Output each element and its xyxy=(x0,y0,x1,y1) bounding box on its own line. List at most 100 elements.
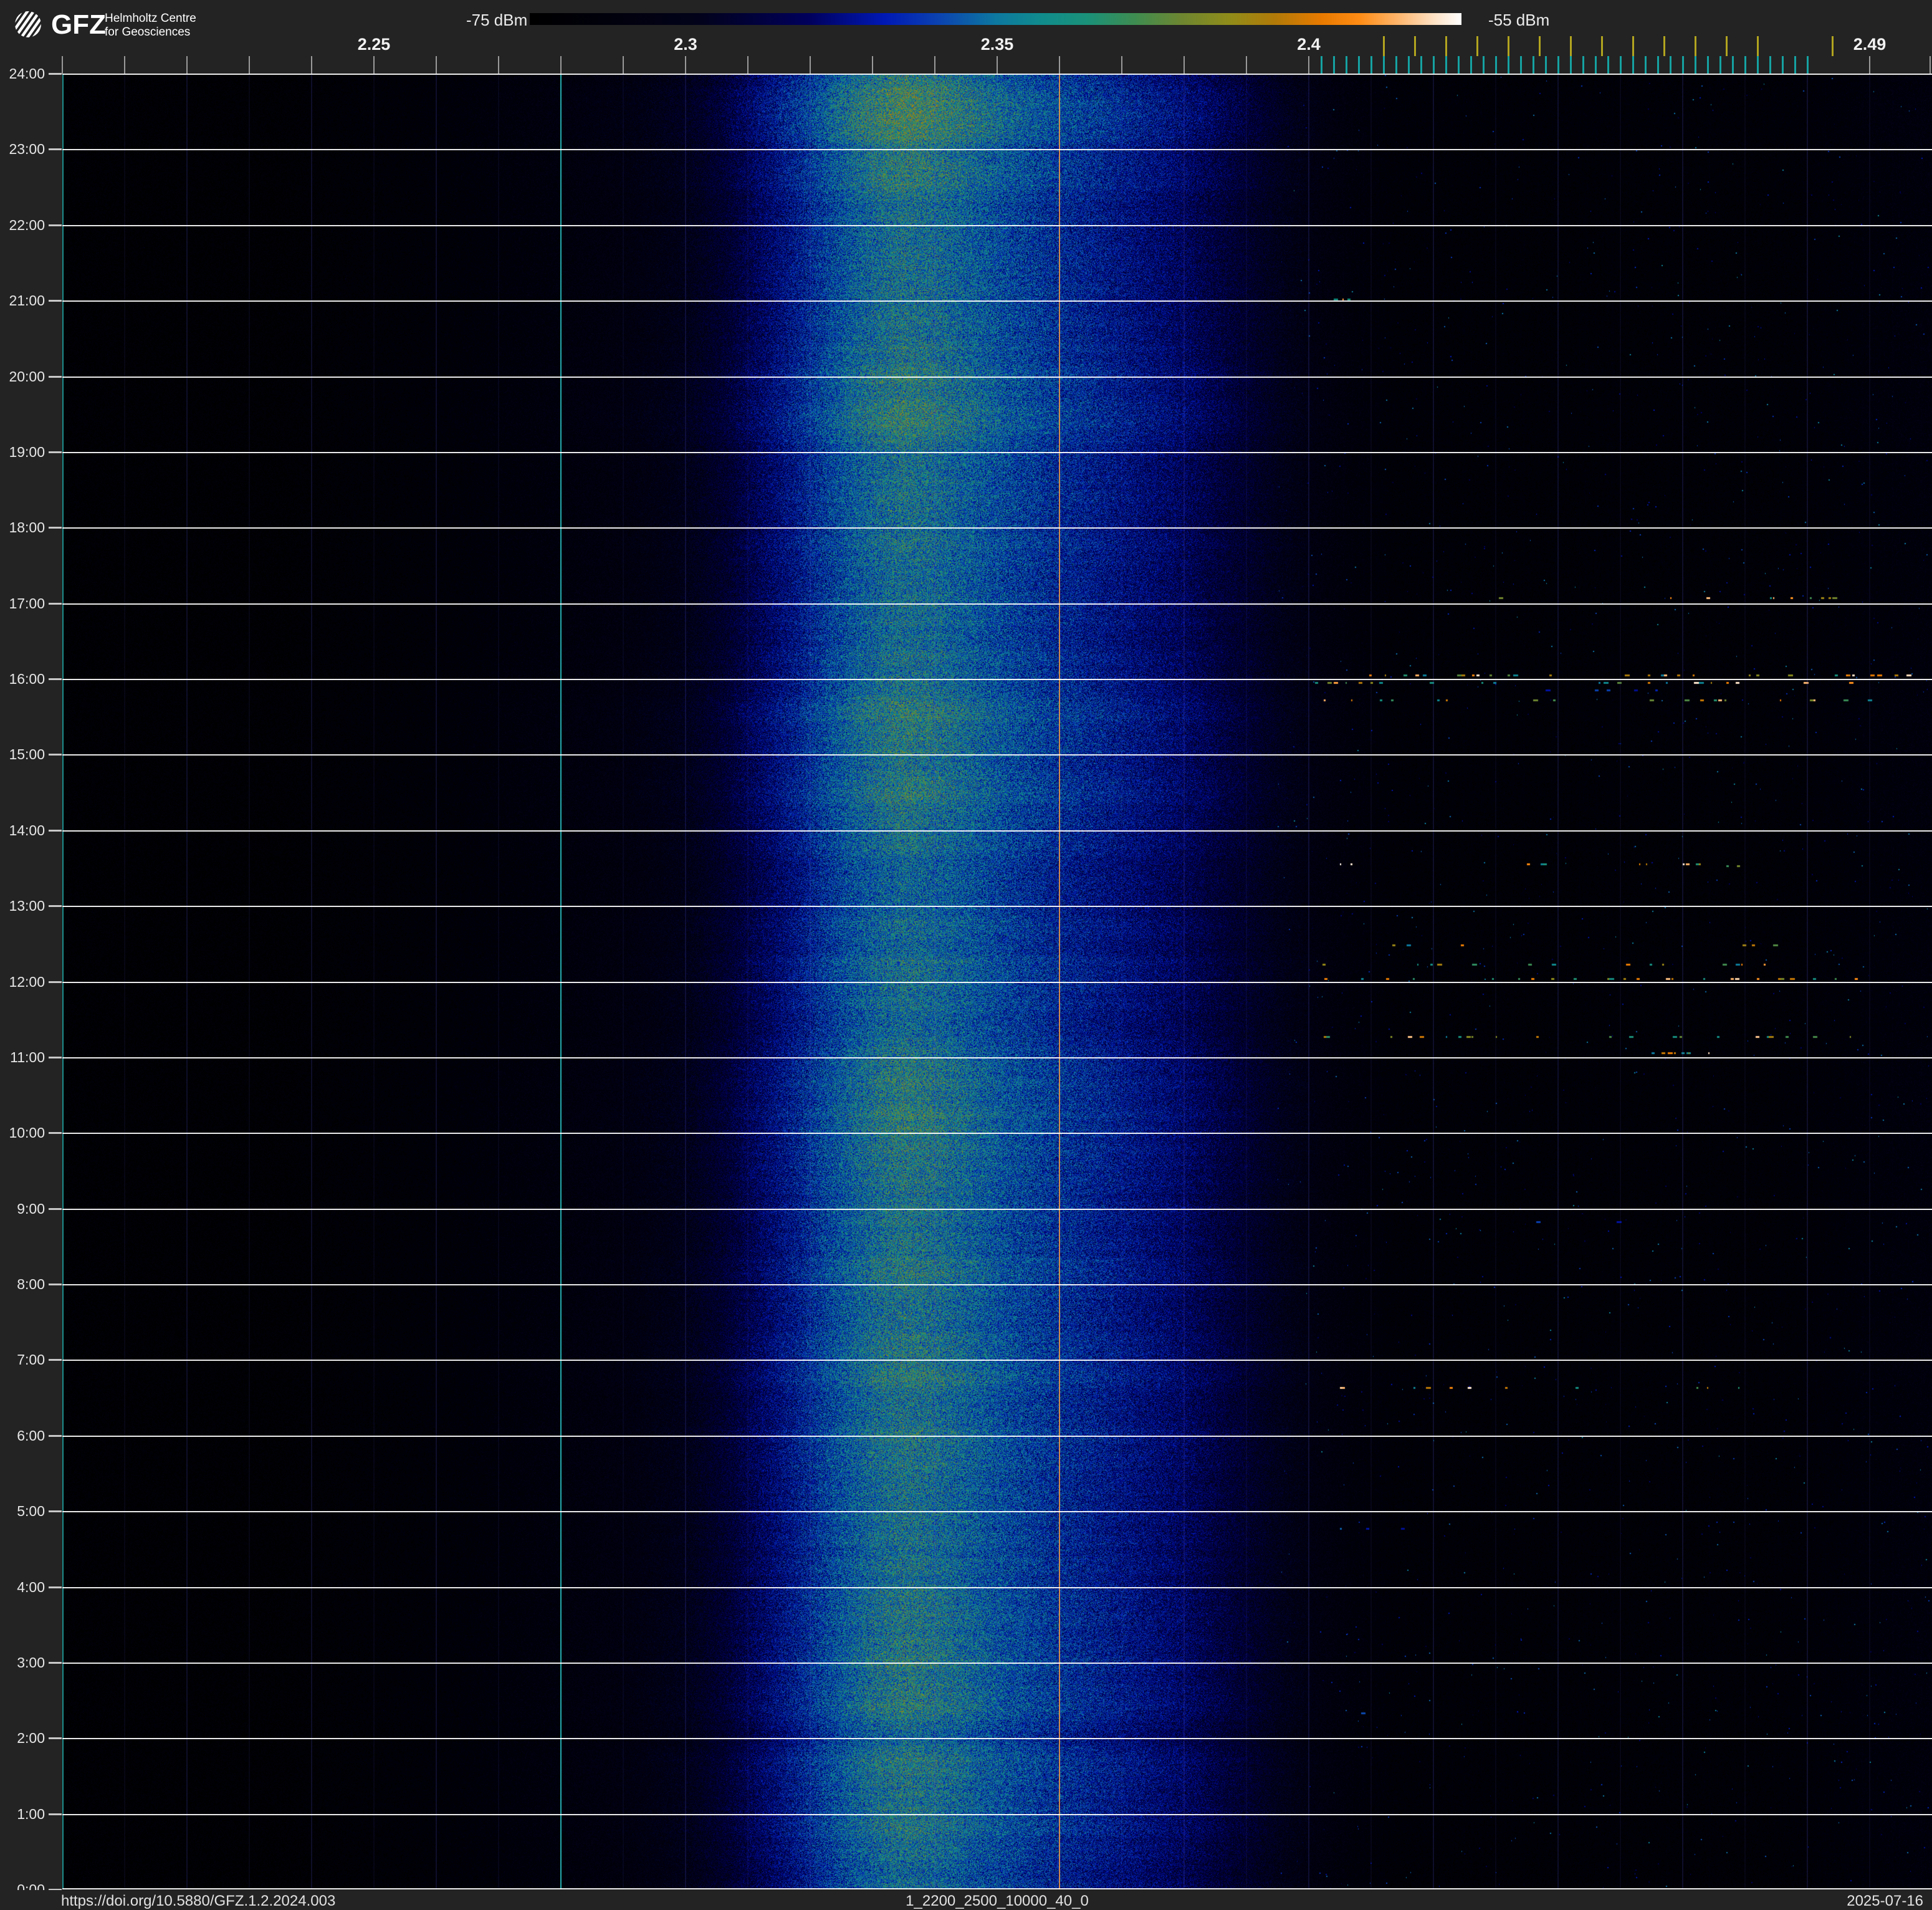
freq-tick xyxy=(1308,56,1309,74)
freq-tick xyxy=(747,56,748,74)
freq-tick xyxy=(810,56,811,74)
hour-label: 6:00 xyxy=(17,1428,45,1444)
hour-gridline xyxy=(62,603,1932,605)
freq-tick xyxy=(249,56,250,74)
hour-tick xyxy=(49,527,62,529)
hour-tick xyxy=(49,1586,62,1588)
wifi-channel-tick xyxy=(1601,36,1603,56)
bluetooth-channel-tick xyxy=(1483,56,1485,74)
freq-tick xyxy=(1930,56,1931,74)
spectrogram-page: GFZ Helmholtz Centre for Geosciences -75… xyxy=(0,0,1932,1910)
hour-gridline xyxy=(62,225,1932,226)
bluetooth-channel-tick xyxy=(1632,56,1634,74)
hour-tick xyxy=(49,603,62,605)
bluetooth-channel-tick xyxy=(1533,56,1534,74)
hour-gridline xyxy=(62,527,1932,529)
bluetooth-channel-tick xyxy=(1570,56,1572,74)
bluetooth-channel-tick xyxy=(1670,56,1671,74)
hour-label: 21:00 xyxy=(9,292,45,309)
hour-gridline xyxy=(62,1888,1932,1889)
hour-label: 4:00 xyxy=(17,1579,45,1595)
hour-tick xyxy=(49,830,62,832)
bluetooth-channel-tick xyxy=(1645,56,1647,74)
bluetooth-channel-tick xyxy=(1470,56,1472,74)
freq-tick xyxy=(62,56,63,74)
freq-tick xyxy=(498,56,499,74)
hour-tick xyxy=(49,1132,62,1134)
wifi-channel-tick xyxy=(1726,36,1728,56)
hour-tick xyxy=(49,1813,62,1815)
hour-tick xyxy=(49,1662,62,1664)
bluetooth-channel-tick xyxy=(1757,56,1759,74)
freq-tick xyxy=(872,56,873,74)
hour-tick xyxy=(49,73,62,75)
hour-gridline xyxy=(62,1587,1932,1588)
hour-gridline xyxy=(62,830,1932,832)
hour-gridline xyxy=(62,1057,1932,1058)
bluetooth-channel-tick xyxy=(1794,56,1796,74)
freq-axis-label: 2.4 xyxy=(1297,35,1321,54)
hour-tick xyxy=(49,905,62,907)
freq-tick xyxy=(934,56,935,74)
bluetooth-channel-tick xyxy=(1321,56,1322,74)
wifi-channel-tick xyxy=(1414,36,1416,56)
bluetooth-channel-tick xyxy=(1420,56,1422,74)
wifi-channel-tick xyxy=(1663,36,1665,56)
hour-label: 23:00 xyxy=(9,141,45,157)
hour-tick xyxy=(49,1737,62,1739)
bluetooth-channel-tick xyxy=(1520,56,1522,74)
hour-gridline xyxy=(62,452,1932,453)
hour-label: 24:00 xyxy=(9,65,45,82)
bluetooth-channel-tick xyxy=(1732,56,1734,74)
freq-tick xyxy=(1246,56,1247,74)
hour-label: 2:00 xyxy=(17,1730,45,1746)
bluetooth-channel-tick xyxy=(1458,56,1460,74)
bluetooth-channel-tick xyxy=(1807,56,1809,74)
bluetooth-channel-tick xyxy=(1582,56,1584,74)
bluetooth-channel-tick xyxy=(1620,56,1622,74)
bluetooth-channel-tick xyxy=(1769,56,1771,74)
hour-tick xyxy=(49,376,62,378)
freq-tick xyxy=(623,56,624,74)
dataset-id: 1_2200_2500_10000_40_0 xyxy=(906,1893,1089,1909)
bluetooth-channel-tick xyxy=(1495,56,1497,74)
wifi-channel-tick xyxy=(1757,36,1759,56)
hour-label: 12:00 xyxy=(9,974,45,990)
bluetooth-channel-tick xyxy=(1607,56,1609,74)
hour-tick xyxy=(49,148,62,150)
freq-tick xyxy=(1121,56,1122,74)
hour-label: 13:00 xyxy=(9,898,45,914)
hour-tick xyxy=(49,224,62,226)
bluetooth-channel-tick xyxy=(1657,56,1659,74)
wifi-channel-tick xyxy=(1632,36,1634,56)
wifi-channel-tick xyxy=(1476,36,1478,56)
date-label: 2025-07-16 xyxy=(1847,1893,1923,1909)
bluetooth-channel-tick xyxy=(1358,56,1360,74)
wifi-channel-tick xyxy=(1539,36,1541,56)
hour-tick xyxy=(49,678,62,680)
freq-axis-label: 2.49 xyxy=(1853,35,1887,54)
hour-label: 18:00 xyxy=(9,519,45,535)
doi-link[interactable]: https://doi.org/10.5880/GFZ.1.2.2024.003 xyxy=(61,1893,335,1910)
hour-tick xyxy=(49,981,62,983)
hour-gridline xyxy=(62,1663,1932,1664)
bluetooth-channel-tick xyxy=(1408,56,1410,74)
hour-gridline xyxy=(62,906,1932,907)
wifi-channel-tick xyxy=(1695,36,1696,56)
hour-tick xyxy=(49,754,62,756)
hour-gridline xyxy=(62,300,1932,302)
plot-area xyxy=(62,74,1932,1889)
hour-gridline xyxy=(62,149,1932,150)
hour-label: 8:00 xyxy=(17,1276,45,1292)
hour-gridline xyxy=(62,1133,1932,1134)
bluetooth-channel-tick xyxy=(1370,56,1372,74)
hour-label: 17:00 xyxy=(9,595,45,612)
bluetooth-channel-tick xyxy=(1682,56,1684,74)
wifi-channel-tick xyxy=(1570,36,1572,56)
freq-tick xyxy=(436,56,437,74)
freq-tick xyxy=(1059,56,1060,74)
bluetooth-channel-tick xyxy=(1445,56,1447,74)
hour-label: 15:00 xyxy=(9,746,45,762)
hour-gridline xyxy=(62,1511,1932,1512)
bluetooth-channel-tick xyxy=(1557,56,1559,74)
